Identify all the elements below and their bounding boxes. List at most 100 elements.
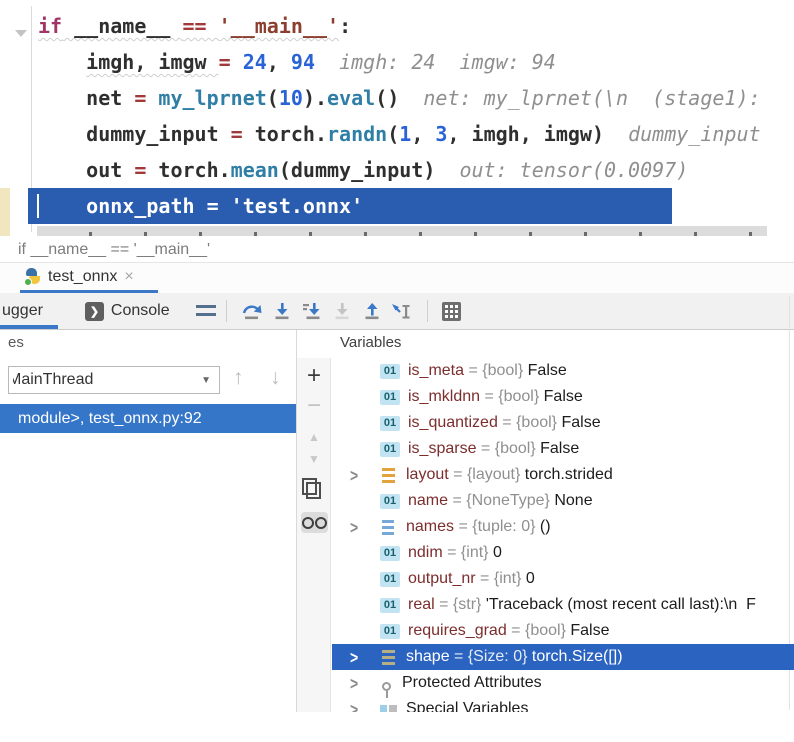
tree-group-row[interactable]: > Special Variables	[332, 696, 794, 712]
expand-chevron-icon[interactable]: >	[350, 673, 380, 693]
code-line[interactable]: if __name__ == '__main__':	[38, 8, 761, 44]
step-into-icon	[275, 303, 289, 320]
code-token: (	[387, 122, 400, 146]
execution-line[interactable]: onnx_path = 'test.onnx'	[28, 188, 672, 224]
variable-name: is_quantized	[408, 414, 498, 431]
variable-name: real	[408, 596, 435, 613]
code-token: 'test.onnx'	[230, 194, 364, 218]
variable-row[interactable]: 01 requires_grad = {bool} False	[332, 618, 794, 644]
equals-sign: =	[442, 544, 461, 561]
variable-value: torch.strided	[524, 466, 613, 483]
code-line[interactable]: out = torch.mean(dummy_input) out: tenso…	[38, 152, 761, 188]
variables-rows: 01 is_meta = {bool} False 01 is_mkldnn = {b…	[332, 358, 794, 712]
squares-icon	[380, 705, 397, 712]
code-line[interactable]: imgh, imgw = 24, 94 imgh: 24 imgw: 94	[38, 44, 761, 80]
debugger-active-indicator	[0, 325, 58, 329]
group-label: Special Variables	[406, 700, 529, 712]
b01-icon: 01	[380, 441, 400, 457]
breadcrumb[interactable]: if __name__ == '__main__'	[18, 237, 210, 262]
variable-row[interactable]: 01 output_nr = {int} 0	[332, 566, 794, 592]
code-token: 94	[290, 50, 315, 74]
variable-type: {bool}	[494, 440, 541, 457]
code-token: (dummy_input)	[278, 158, 436, 182]
force-step-into-button[interactable]	[297, 298, 327, 324]
variable-name: is_meta	[408, 362, 465, 379]
variable-name: output_nr	[408, 570, 476, 587]
variable-type: {str}	[452, 596, 486, 613]
expand-chevron-icon[interactable]: >	[350, 699, 380, 712]
variable-row[interactable]: 01 name = {NoneType} None	[332, 488, 794, 514]
step-over-button[interactable]	[237, 298, 267, 324]
tree-group-row[interactable]: > Protected Attributes	[332, 670, 794, 698]
equals-sign: =	[464, 362, 483, 379]
move-up-button[interactable]: ▲	[297, 430, 331, 444]
equals-sign: =	[476, 440, 495, 457]
move-down-button[interactable]: ▼	[297, 452, 331, 466]
code-token: onnx_path	[38, 194, 207, 218]
code-token: ).	[302, 86, 328, 110]
code-line[interactable]: net = my_lprnet(10).eval() net: my_lprne…	[38, 80, 761, 116]
variable-row[interactable]: 01 real = {str} 'Traceback (most recent c…	[332, 592, 794, 618]
code-token: ,	[266, 50, 291, 74]
tab-console[interactable]: ❯ Console	[84, 301, 170, 321]
variable-row[interactable]: > layout = {layout} torch.strided	[332, 462, 794, 488]
expand-chevron-icon[interactable]: >	[350, 465, 380, 485]
code-token: net: my_lprnet(\n (stage1):	[399, 86, 761, 110]
step-into-my-code-button[interactable]	[327, 298, 357, 324]
stack-frame-row[interactable]: module>, test_onnx.py:92	[0, 404, 296, 433]
code-token: my_lprnet	[158, 86, 267, 110]
tab-test-onnx[interactable]: test_onnx ×	[24, 263, 134, 290]
variable-name: layout	[406, 466, 449, 483]
variable-row[interactable]: 01 is_sparse = {bool} False	[332, 436, 794, 462]
code-token: =	[134, 158, 159, 182]
step-into-button[interactable]	[267, 298, 297, 324]
frame-up-icon[interactable]: ↑	[233, 366, 244, 390]
variable-row[interactable]: 01 is_meta = {bool} False	[332, 358, 794, 384]
code-token: torch.	[158, 158, 231, 182]
variable-name: requires_grad	[408, 622, 507, 639]
variable-row[interactable]: 01 is_mkldnn = {bool} False	[332, 384, 794, 410]
variable-value: False	[527, 362, 567, 379]
python-file-icon	[24, 268, 41, 286]
run-to-cursor-button[interactable]	[387, 298, 417, 324]
remove-watch-button[interactable]: −	[297, 392, 331, 420]
debugger-tab-label: ugger	[2, 302, 43, 319]
copy-icon[interactable]	[302, 478, 321, 499]
show-watches-icon[interactable]	[301, 512, 328, 533]
layout-settings-icon[interactable]	[195, 304, 216, 318]
fold-marker-icon[interactable]	[15, 30, 27, 37]
key-icon	[382, 681, 391, 698]
code-token: net	[38, 86, 135, 110]
variable-value: False	[561, 414, 601, 431]
variable-type: {int}	[460, 544, 493, 561]
equals-sign: =	[449, 648, 468, 665]
code-token: 3	[435, 122, 448, 146]
tab-debugger[interactable]: ugger	[0, 293, 58, 329]
equals-sign: =	[506, 622, 525, 639]
expand-chevron-icon[interactable]: >	[350, 517, 380, 537]
variable-type: {bool}	[524, 622, 571, 639]
b01-icon: 01	[380, 597, 400, 613]
code-token: =	[206, 194, 231, 218]
b01-icon: 01	[380, 363, 400, 379]
variable-value: False	[570, 622, 610, 639]
evaluate-expression-button[interactable]	[441, 301, 461, 321]
add-watch-button[interactable]: +	[297, 362, 331, 390]
debugger-toolbar: ugger ❯ Console	[0, 293, 794, 330]
variable-row[interactable]: > names = {tuple: 0} ()	[332, 514, 794, 540]
b01-icon: 01	[380, 389, 400, 405]
code-editor[interactable]: if __name__ == '__main__': imgh, imgw = …	[0, 0, 794, 236]
thread-dropdown[interactable]: MainThread ▼	[8, 366, 220, 394]
code-token: ==	[182, 14, 219, 38]
code-token: dummy_input	[604, 122, 761, 146]
equals-sign: =	[448, 492, 467, 509]
expand-chevron-icon[interactable]: >	[350, 647, 380, 667]
variable-row[interactable]: > shape = {Size: 0} torch.Size([])	[332, 644, 794, 670]
b01-icon: 01	[380, 415, 400, 431]
code-line[interactable]: dummy_input = torch.randn(1, 3, imgh, im…	[38, 116, 761, 152]
step-out-button[interactable]	[357, 298, 387, 324]
variable-row[interactable]: 01 is_quantized = {bool} False	[332, 410, 794, 436]
frame-down-icon[interactable]: ↓	[270, 366, 281, 390]
variable-row[interactable]: 01 ndim = {int} 0	[332, 540, 794, 566]
tab-close-icon[interactable]: ×	[124, 268, 133, 286]
